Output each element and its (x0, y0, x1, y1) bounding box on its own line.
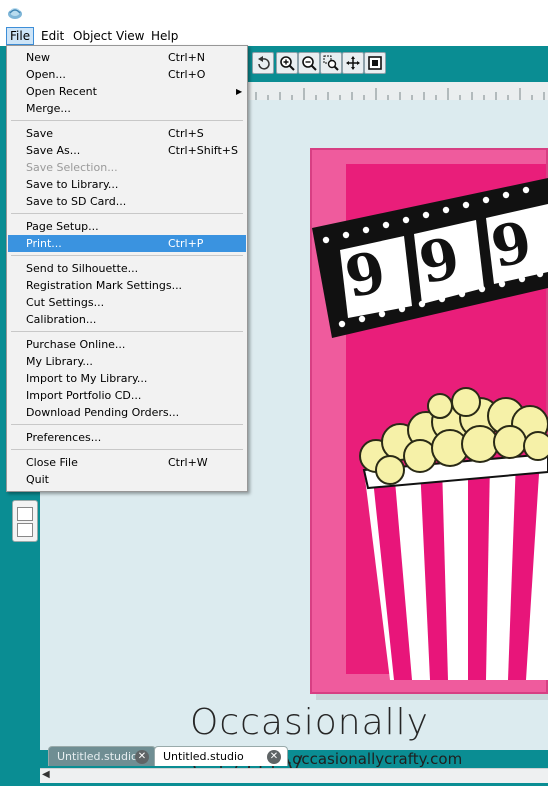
undo-icon[interactable] (252, 52, 274, 74)
menu-item-cut-settings[interactable]: Cut Settings... (8, 294, 246, 311)
title-bar (0, 0, 548, 26)
menu-separator (11, 424, 243, 425)
menu-separator (11, 213, 243, 214)
menu-item-my-library[interactable]: My Library... (8, 353, 246, 370)
menu-bar: File Edit Object View Help (0, 26, 548, 47)
menu-view[interactable]: View (113, 28, 147, 44)
menu-object[interactable]: Object (70, 28, 115, 44)
menu-item-merge[interactable]: Merge... (8, 100, 246, 117)
menu-item-page-setup[interactable]: Page Setup... (8, 218, 246, 235)
pan-hand-icon[interactable] (342, 52, 364, 74)
horizontal-ruler (248, 82, 548, 101)
menu-item-quit[interactable]: Quit (8, 471, 246, 488)
menu-item-purchase-online[interactable]: Purchase Online... (8, 336, 246, 353)
document-tab-active[interactable]: Untitled.studio ✕ (154, 746, 288, 766)
menu-item-calibration[interactable]: Calibration... (8, 311, 246, 328)
menu-item-print[interactable]: Print... Ctrl+P (8, 235, 246, 252)
menu-item-save-to-library[interactable]: Save to Library... (8, 176, 246, 193)
document-tabs: Untitled.studio ✕ Untitled.studio ✕ (40, 746, 548, 768)
menu-edit[interactable]: Edit (38, 28, 67, 44)
menu-separator (11, 449, 243, 450)
tab-label: Untitled.studio (163, 750, 244, 763)
popcorn-bucket-graphic[interactable] (350, 386, 548, 680)
tab-label: Untitled.studio (57, 750, 138, 763)
document-tab[interactable]: Untitled.studio ✕ (48, 746, 156, 766)
close-tab-icon[interactable]: ✕ (267, 750, 281, 764)
horizontal-scrollbar[interactable]: ◀ (40, 768, 548, 783)
submenu-arrow-icon: ▶ (236, 87, 243, 96)
menu-separator (11, 331, 243, 332)
menu-item-save[interactable]: Save Ctrl+S (8, 125, 246, 142)
menu-separator (11, 120, 243, 121)
menu-item-new[interactable]: New Ctrl+N (8, 49, 246, 66)
menu-help[interactable]: Help (148, 28, 181, 44)
menu-item-send-to-silhouette[interactable]: Send to Silhouette... (8, 260, 246, 277)
menu-item-close-file[interactable]: Close File Ctrl+W (8, 454, 246, 471)
menu-file[interactable]: File (6, 27, 35, 45)
toolbar (248, 50, 548, 78)
menu-item-open[interactable]: Open... Ctrl+O (8, 66, 246, 83)
fit-page-icon[interactable] (364, 52, 386, 74)
zoom-out-icon[interactable] (298, 52, 320, 74)
menu-item-preferences[interactable]: Preferences... (8, 429, 246, 446)
menu-item-import-portfolio-cd[interactable]: Import Portfolio CD... (8, 387, 246, 404)
panel-view-icon (17, 507, 33, 521)
menu-item-download-pending-orders[interactable]: Download Pending Orders... (8, 404, 246, 421)
menu-item-registration-mark-settings[interactable]: Registration Mark Settings... (8, 277, 246, 294)
menu-item-save-as[interactable]: Save As... Ctrl+Shift+S (8, 142, 246, 159)
menu-item-save-to-sd-card[interactable]: Save to SD Card... (8, 193, 246, 210)
file-menu-dropdown: New Ctrl+N Open... Ctrl+O Open Recent ▶ Mer… (6, 45, 248, 492)
panel-layout-icon (17, 523, 33, 537)
app-icon (8, 8, 22, 19)
menu-item-open-recent[interactable]: Open Recent ▶ (8, 83, 246, 100)
close-tab-icon[interactable]: ✕ (135, 750, 149, 764)
zoom-in-icon[interactable] (276, 52, 298, 74)
menu-item-import-to-my-library[interactable]: Import to My Library... (8, 370, 246, 387)
menu-separator (11, 255, 243, 256)
scroll-left-arrow-icon[interactable]: ◀ (42, 769, 50, 780)
menu-item-save-selection: Save Selection... (26, 161, 118, 174)
zoom-selection-icon[interactable] (320, 52, 342, 74)
side-panel-toggle[interactable] (12, 500, 38, 542)
